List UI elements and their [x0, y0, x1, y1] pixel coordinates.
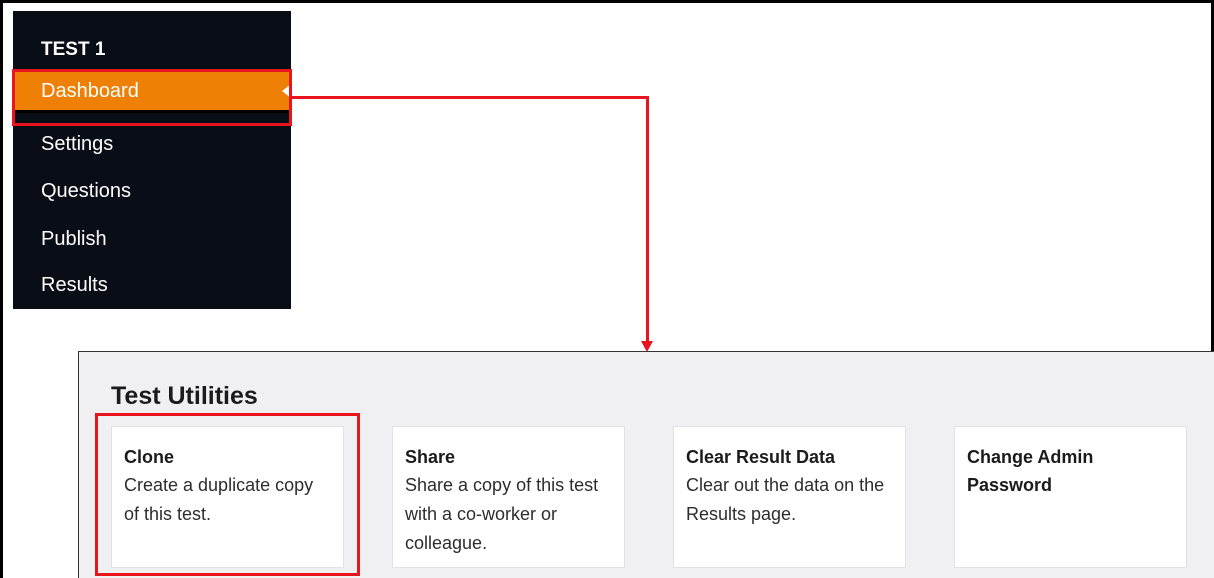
- sidebar-item-label: Results: [41, 274, 108, 296]
- clear-result-data-card[interactable]: Clear Result Data Clear out the data on …: [673, 426, 906, 568]
- panel-title: Test Utilities: [111, 382, 258, 410]
- sidebar-item-questions[interactable]: Questions: [13, 167, 291, 215]
- sidebar-item-publish[interactable]: Publish: [13, 215, 291, 263]
- card-title: Change Admin Password: [967, 447, 1094, 495]
- annotation-arrow-vertical: [646, 96, 649, 342]
- card-description: Clear out the data on the Results page.: [686, 475, 885, 524]
- card-title: Share: [405, 447, 456, 467]
- sidebar-item-label: Publish: [41, 228, 107, 250]
- sidebar-item-label: Settings: [41, 133, 114, 155]
- sidebar: TEST 1 Dashboard Settings Questions Publ…: [13, 11, 291, 309]
- card-title: Clear Result Data: [686, 447, 836, 467]
- share-card[interactable]: Share Share a copy of this test with a c…: [392, 426, 625, 568]
- annotation-arrow-horizontal: [292, 96, 649, 99]
- clone-highlight-box: [95, 413, 360, 576]
- sidebar-item-label: Questions: [41, 180, 132, 202]
- change-admin-password-card[interactable]: Change Admin Password: [954, 426, 1187, 568]
- sidebar-item-results[interactable]: Results: [13, 261, 291, 309]
- dashboard-highlight-box: [12, 69, 292, 126]
- card-description: Share a copy of this test with a co-work…: [405, 475, 599, 553]
- sidebar-item-settings[interactable]: Settings: [13, 120, 291, 168]
- sidebar-title: TEST 1: [41, 39, 106, 60]
